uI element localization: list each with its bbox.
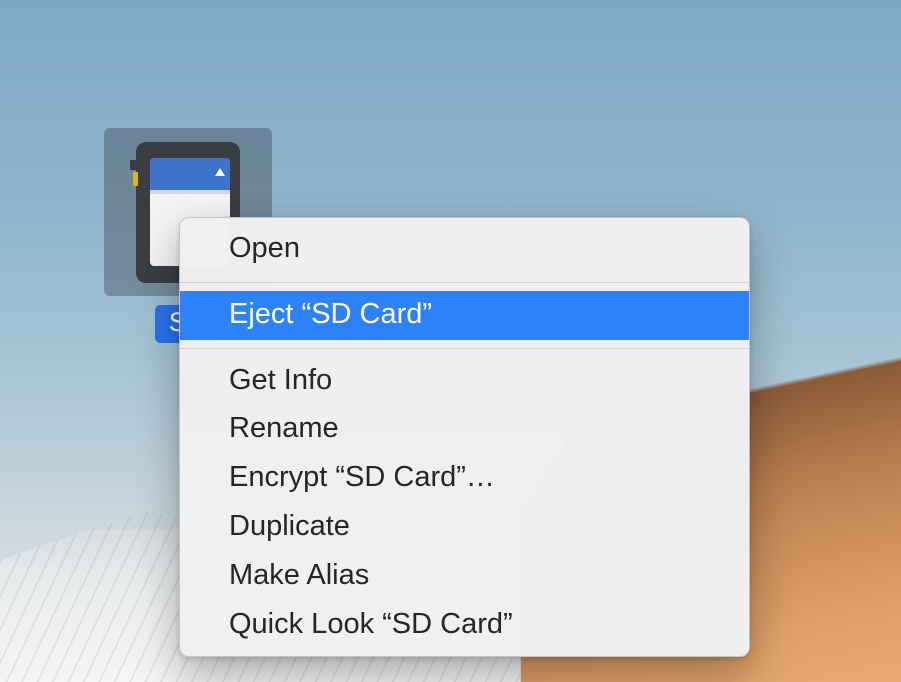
menu-item-quick-look[interactable]: Quick Look “SD Card” [180,601,749,650]
menu-item-eject[interactable]: Eject “SD Card” [180,291,749,340]
menu-separator [180,348,749,349]
context-menu: Open Eject “SD Card” Get Info Rename Enc… [179,217,750,657]
menu-item-get-info[interactable]: Get Info [180,357,749,406]
menu-item-open[interactable]: Open [180,225,749,274]
menu-item-duplicate[interactable]: Duplicate [180,503,749,552]
menu-item-rename[interactable]: Rename [180,405,749,454]
menu-item-make-alias[interactable]: Make Alias [180,552,749,601]
menu-separator [180,282,749,283]
menu-item-encrypt[interactable]: Encrypt “SD Card”… [180,454,749,503]
